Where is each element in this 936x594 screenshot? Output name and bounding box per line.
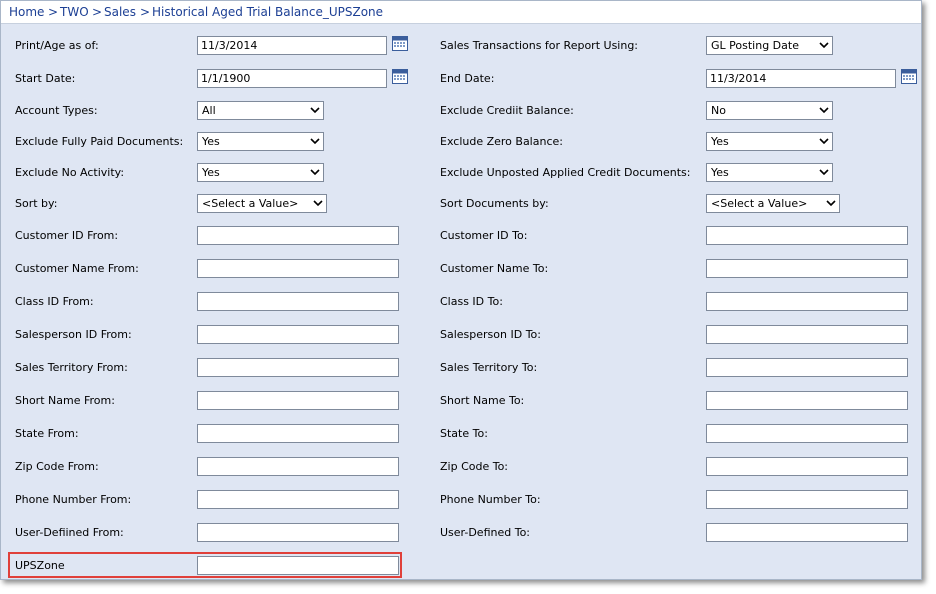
class-id-from-label: Class ID From: — [15, 295, 94, 308]
sales-territory-to-label: Sales Territory To: — [440, 361, 538, 374]
exclude-unposted-applied-label: Exclude Unposted Applied Credit Document… — [440, 166, 691, 179]
salesperson-id-from-label: Salesperson ID From: — [15, 328, 132, 341]
breadcrumb-company-link[interactable]: TWO — [60, 5, 89, 19]
exclude-no-activity-select[interactable]: Yes — [197, 163, 324, 182]
breadcrumb-current-page: Historical Aged Trial Balance_UPSZone — [152, 5, 384, 19]
phone-number-from-input[interactable] — [197, 490, 399, 509]
class-id-to-input[interactable] — [706, 292, 908, 311]
customer-name-from-label: Customer Name From: — [15, 262, 139, 275]
salesperson-id-to-label: Salesperson ID To: — [440, 328, 541, 341]
salesperson-id-to-input[interactable] — [706, 325, 908, 344]
select-value: Yes — [202, 135, 220, 148]
sort-documents-by-select[interactable]: <Select a Value> — [706, 194, 840, 213]
exclude-credit-balance-select[interactable]: No — [706, 101, 833, 120]
chevron-down-icon — [826, 200, 836, 207]
salesperson-id-from-input[interactable] — [197, 325, 399, 344]
exclude-zero-balance-select[interactable]: Yes — [706, 132, 833, 151]
short-name-to-input[interactable] — [706, 391, 908, 410]
class-id-from-input[interactable] — [197, 292, 399, 311]
sort-by-label: Sort by: — [15, 197, 58, 210]
chevron-down-icon — [310, 138, 320, 145]
state-from-input[interactable] — [197, 424, 399, 443]
exclude-zero-balance-label: Exclude Zero Balance: — [440, 135, 563, 148]
state-to-label: State To: — [440, 427, 488, 440]
sales-transactions-using-label: Sales Transactions for Report Using: — [440, 39, 639, 52]
sales-territory-from-label: Sales Territory From: — [15, 361, 128, 374]
customer-id-to-label: Customer ID To: — [440, 229, 528, 242]
account-types-label: Account Types: — [15, 104, 98, 117]
sort-documents-by-label: Sort Documents by: — [440, 197, 549, 210]
customer-name-from-input[interactable] — [197, 259, 399, 278]
customer-id-to-input[interactable] — [706, 226, 908, 245]
print-age-as-of-label: Print/Age as of: — [15, 39, 99, 52]
chevron-down-icon — [313, 200, 323, 207]
chevron-down-icon — [310, 107, 320, 114]
start-date-input[interactable]: 1/1/1900 — [197, 69, 387, 88]
select-value: <Select a Value> — [202, 197, 299, 210]
exclude-fully-paid-label: Exclude Fully Paid Documents: — [15, 135, 184, 148]
user-defined-to-input[interactable] — [706, 523, 908, 542]
select-value: Yes — [711, 135, 729, 148]
exclude-unposted-applied-select[interactable]: Yes — [706, 163, 833, 182]
account-types-select[interactable]: All — [197, 101, 324, 120]
calendar-icon[interactable] — [901, 69, 917, 84]
customer-id-from-label: Customer ID From: — [15, 229, 119, 242]
chevron-down-icon — [819, 42, 829, 49]
phone-number-to-label: Phone Number To: — [440, 493, 541, 506]
phone-number-to-input[interactable] — [706, 490, 908, 509]
report-parameters-panel: Home > TWO > Sales > Historical Aged Tri… — [0, 0, 922, 580]
zip-code-from-label: Zip Code From: — [15, 460, 99, 473]
user-defined-from-input[interactable] — [197, 523, 399, 542]
sales-territory-to-input[interactable] — [706, 358, 908, 377]
sort-by-select[interactable]: <Select a Value> — [197, 194, 327, 213]
exclude-fully-paid-select[interactable]: Yes — [197, 132, 324, 151]
breadcrumb-home-link[interactable]: Home — [9, 5, 44, 19]
zip-code-from-input[interactable] — [197, 457, 399, 476]
start-date-label: Start Date: — [15, 72, 76, 85]
user-defined-to-label: User-Defined To: — [440, 526, 531, 539]
breadcrumb-separator: > — [92, 5, 103, 19]
chevron-down-icon — [310, 169, 320, 176]
select-value: All — [202, 104, 216, 117]
exclude-credit-balance-label: Exclude Crediit Balance: — [440, 104, 574, 117]
breadcrumb-separator: > — [140, 5, 151, 19]
class-id-to-label: Class ID To: — [440, 295, 503, 308]
chevron-down-icon — [819, 169, 829, 176]
short-name-from-input[interactable] — [197, 391, 399, 410]
customer-name-to-input[interactable] — [706, 259, 908, 278]
upszone-highlight-box — [8, 552, 402, 578]
breadcrumb-module-link[interactable]: Sales — [104, 5, 136, 19]
select-value: No — [711, 104, 726, 117]
customer-name-to-label: Customer Name To: — [440, 262, 549, 275]
state-from-label: State From: — [15, 427, 79, 440]
end-date-label: End Date: — [440, 72, 495, 85]
sales-territory-from-input[interactable] — [197, 358, 399, 377]
select-value: <Select a Value> — [711, 197, 808, 210]
user-defined-from-label: User-Defiined From: — [15, 526, 124, 539]
sales-transactions-using-select[interactable]: GL Posting Date — [706, 36, 833, 55]
breadcrumb: Home > TWO > Sales > Historical Aged Tri… — [1, 1, 921, 24]
zip-code-to-input[interactable] — [706, 457, 908, 476]
calendar-icon[interactable] — [392, 69, 408, 84]
customer-id-from-input[interactable] — [197, 226, 399, 245]
zip-code-to-label: Zip Code To: — [440, 460, 509, 473]
select-value: GL Posting Date — [711, 39, 799, 52]
print-age-as-of-input[interactable]: 11/3/2014 — [197, 36, 387, 55]
breadcrumb-separator: > — [48, 5, 59, 19]
calendar-icon[interactable] — [392, 36, 408, 51]
chevron-down-icon — [819, 138, 829, 145]
short-name-from-label: Short Name From: — [15, 394, 115, 407]
exclude-no-activity-label: Exclude No Activity: — [15, 166, 125, 179]
select-value: Yes — [202, 166, 220, 179]
end-date-input[interactable]: 11/3/2014 — [706, 69, 896, 88]
state-to-input[interactable] — [706, 424, 908, 443]
short-name-to-label: Short Name To: — [440, 394, 525, 407]
phone-number-from-label: Phone Number From: — [15, 493, 132, 506]
chevron-down-icon — [819, 107, 829, 114]
select-value: Yes — [711, 166, 729, 179]
